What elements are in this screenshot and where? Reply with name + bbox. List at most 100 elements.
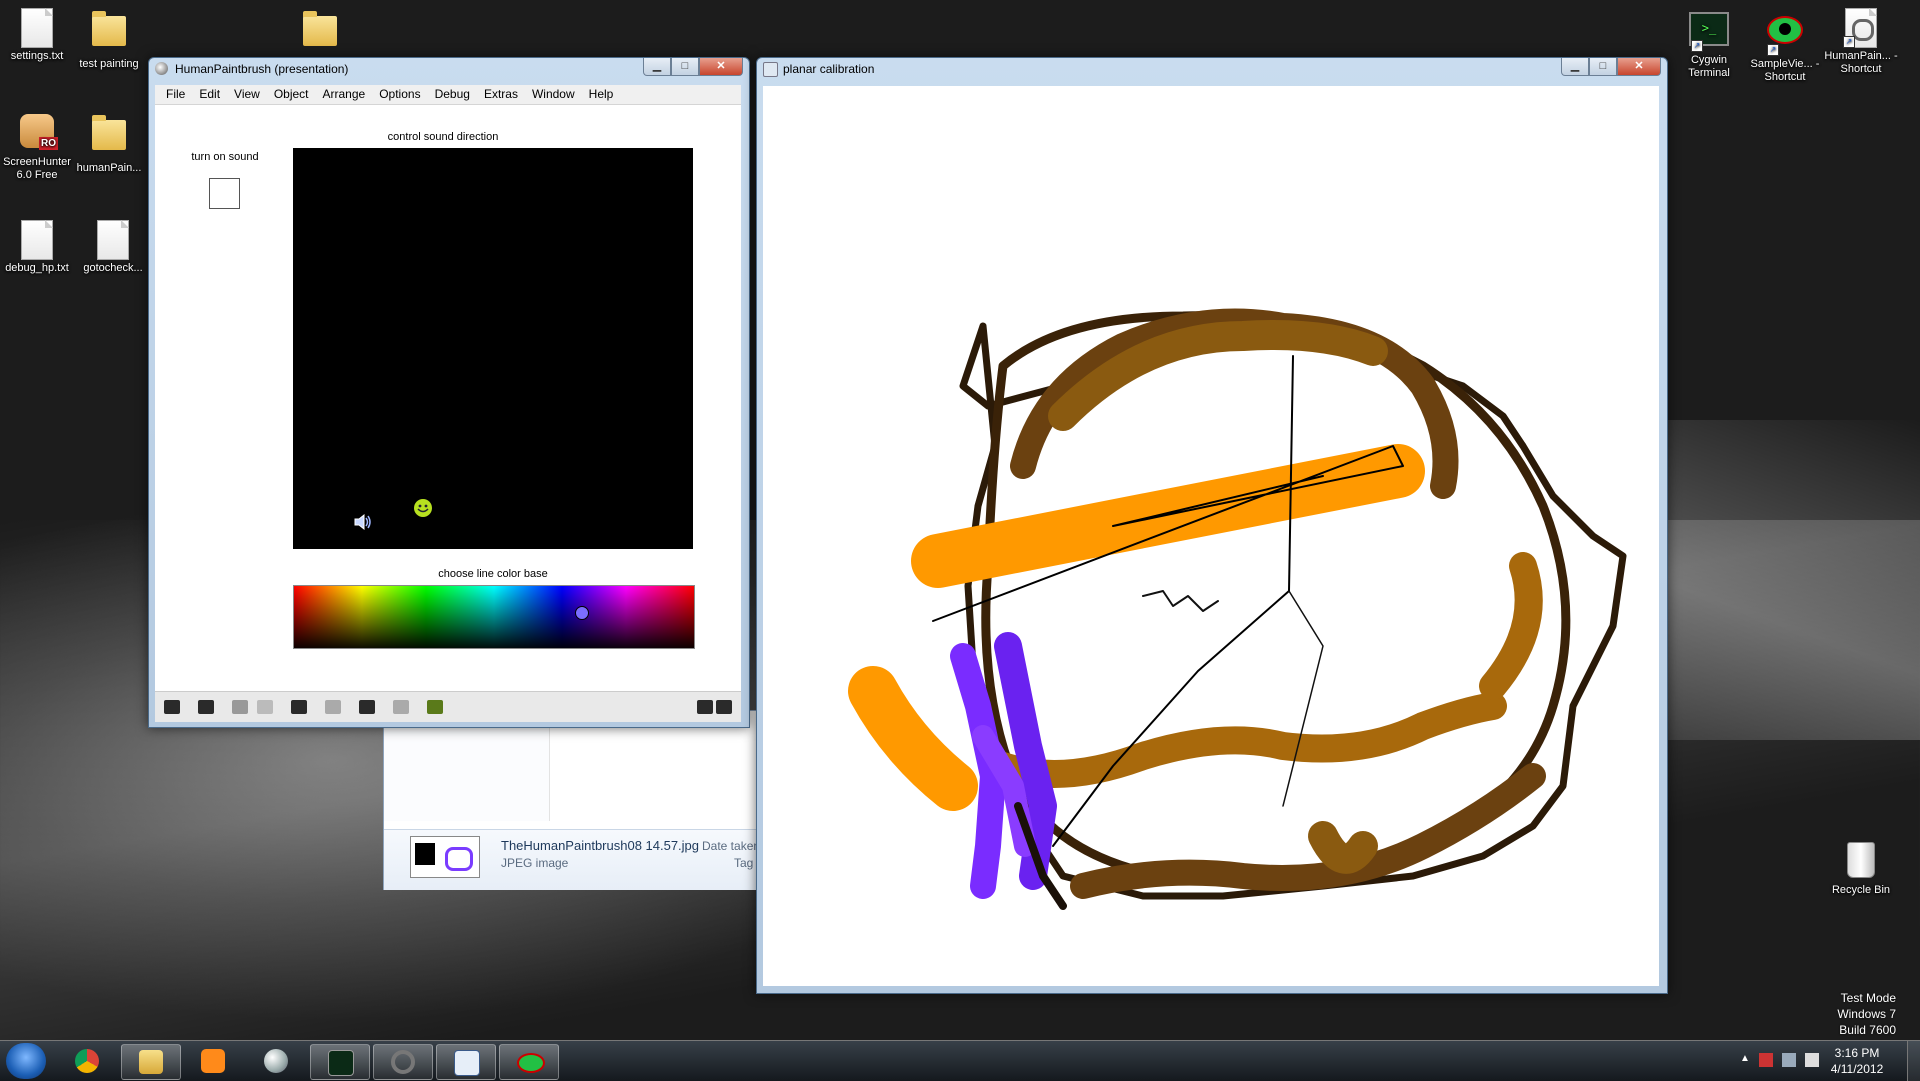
- sound-checkbox[interactable]: [209, 178, 240, 209]
- paintbrush-app-icon: [391, 1050, 415, 1074]
- single-view-icon[interactable]: [697, 700, 713, 714]
- menu-options[interactable]: Options: [372, 85, 427, 104]
- menu-extras[interactable]: Extras: [477, 85, 525, 104]
- taskbar-cygwin[interactable]: [310, 1044, 370, 1080]
- taskbar-humanpaintbrush[interactable]: [373, 1044, 433, 1080]
- menu-arrange[interactable]: Arrange: [316, 85, 373, 104]
- clock-time: 3:16 PM: [1834, 1046, 1880, 1060]
- eye-icon: ↗: [1765, 16, 1805, 56]
- maximize-button[interactable]: □: [1589, 58, 1617, 76]
- recycle-bin-icon: [1841, 842, 1881, 882]
- maximize-button[interactable]: □: [671, 58, 699, 76]
- speaker-icon[interactable]: [353, 513, 373, 531]
- opengl-icon: [454, 1050, 480, 1076]
- thin-scribble: [1142, 590, 1219, 612]
- paintbrush-app-icon: ↗: [1841, 8, 1881, 48]
- sphere-app-icon: [264, 1049, 288, 1073]
- desktop-icon-zip-folder[interactable]: [300, 8, 340, 58]
- menu-bar: File Edit View Object Arrange Options De…: [155, 85, 741, 105]
- taskbar-explorer[interactable]: [121, 1044, 181, 1080]
- desktop-icon-label: HumanPain... - Shortcut: [1824, 50, 1898, 75]
- sound-direction-pad[interactable]: [293, 148, 693, 549]
- terminal-icon: >_ ↗: [1689, 12, 1729, 52]
- show-desktop-button[interactable]: [1907, 1041, 1920, 1081]
- folder-icon: [92, 11, 126, 46]
- file-name: TheHumanPaintbrush08 14.57.jpg: [501, 838, 700, 853]
- minimize-button[interactable]: ▁: [1561, 58, 1589, 76]
- bottom-toolbar: [155, 691, 741, 722]
- menu-object[interactable]: Object: [267, 85, 316, 104]
- desktop-icon-debug[interactable]: debug_hp.txt: [0, 220, 74, 275]
- system-tray: ▲: [1740, 1053, 1819, 1067]
- taskbar-sampleviewer[interactable]: [499, 1044, 559, 1080]
- desktop-icon-humanpain-shortcut[interactable]: ↗ HumanPain... - Shortcut: [1824, 8, 1898, 76]
- chart-icon[interactable]: [291, 700, 307, 714]
- desktop-icon-label: ScreenHunter 6.0 Free: [3, 156, 71, 181]
- menu-help[interactable]: Help: [582, 85, 621, 104]
- grid-icon[interactable]: [393, 700, 409, 714]
- desktop-icon-label: gotocheck...: [83, 262, 143, 274]
- eye-icon: [517, 1053, 545, 1073]
- menu-debug[interactable]: Debug: [428, 85, 477, 104]
- split-view-icon[interactable]: [716, 700, 732, 714]
- taskbar-chrome[interactable]: [58, 1044, 116, 1078]
- smiley-listener-icon[interactable]: [413, 498, 433, 518]
- calibration-titlebar[interactable]: planar calibration ▁ □ ✕: [757, 58, 1667, 80]
- media-player-icon: [201, 1049, 225, 1073]
- minimize-button[interactable]: ▁: [643, 58, 671, 76]
- file-type: JPEG image: [501, 856, 569, 870]
- group-icon[interactable]: [232, 700, 248, 714]
- network-icon[interactable]: [1781, 1053, 1796, 1067]
- desktop-icon-cygwin[interactable]: >_ ↗ Cygwin Terminal: [1672, 8, 1746, 80]
- start-button[interactable]: [6, 1043, 46, 1079]
- desktop-icon-test-painting[interactable]: test painting: [72, 8, 146, 71]
- menu-file[interactable]: File: [159, 85, 192, 104]
- volume-icon[interactable]: [1804, 1053, 1819, 1067]
- desktop-icon-recycle-bin[interactable]: Recycle Bin: [1824, 840, 1898, 897]
- menu-window[interactable]: Window: [525, 85, 582, 104]
- image-thumbnail[interactable]: [410, 836, 480, 878]
- watermark-line: Build 7600: [1839, 1023, 1896, 1037]
- orange-stroke-left: [848, 666, 978, 811]
- explorer-window-fragment: TheHumanPaintbrush08 14.57.jpg JPEG imag…: [383, 710, 761, 890]
- close-button[interactable]: ✕: [1617, 58, 1661, 76]
- desktop-icon-gotocheck[interactable]: gotocheck...: [76, 220, 150, 275]
- layers-icon[interactable]: [198, 700, 214, 714]
- taskbar-opengl[interactable]: [436, 1044, 496, 1080]
- desktop-icon-screenhunter[interactable]: RO ScreenHunter 6.0 Free: [0, 112, 74, 182]
- desktop-icon-label: debug_hp.txt: [5, 262, 69, 274]
- date-taken-label: Date taken: [702, 839, 761, 853]
- smiley-tool-icon[interactable]: [427, 700, 443, 714]
- brown-stroke-blob: [1308, 821, 1378, 874]
- align-icon[interactable]: [359, 700, 375, 714]
- calibration-window: planar calibration ▁ □ ✕: [756, 57, 1668, 994]
- taskbar-app-sphere[interactable]: [247, 1044, 305, 1078]
- folder-icon: [92, 115, 126, 150]
- action-center-icon[interactable]: [1758, 1053, 1773, 1067]
- menu-edit[interactable]: Edit: [192, 85, 227, 104]
- desktop-icon-label: settings.txt: [10, 50, 64, 62]
- orange-stroke-bar: [911, 444, 1425, 588]
- desktop-icon-humanpain-folder[interactable]: humanPain...: [72, 112, 146, 175]
- desktop-icon-label: SampleVie... - Shortcut: [1750, 58, 1820, 83]
- close-button[interactable]: ✕: [699, 58, 743, 76]
- ungroup-icon[interactable]: [257, 700, 273, 714]
- desktop-icon-label: Cygwin Terminal: [1688, 54, 1730, 79]
- terminal-icon: [328, 1050, 354, 1076]
- hue-selector-knob[interactable]: [575, 606, 589, 620]
- clock[interactable]: 3:16 PM 4/11/2012: [1822, 1045, 1892, 1077]
- hue-color-picker[interactable]: [293, 585, 695, 649]
- painting-canvas[interactable]: [763, 86, 1659, 986]
- chrome-icon: [75, 1049, 99, 1073]
- menu-view[interactable]: View: [227, 85, 267, 104]
- info-icon[interactable]: [325, 700, 341, 714]
- text-file-icon: [21, 220, 53, 260]
- watermark-line: Test Mode: [1840, 991, 1896, 1005]
- desktop-icon-sampleviewer[interactable]: ↗ SampleVie... - Shortcut: [1748, 8, 1822, 84]
- taskbar-media-player[interactable]: [184, 1044, 242, 1078]
- desktop-icon-settings[interactable]: settings.txt: [0, 8, 74, 63]
- brown-stroke-right: [1479, 552, 1543, 700]
- tray-expand-icon[interactable]: ▲: [1740, 1053, 1750, 1067]
- lock-icon[interactable]: [164, 700, 180, 714]
- paintbrush-titlebar[interactable]: HumanPaintbrush (presentation) ▁ □ ✕: [149, 58, 749, 80]
